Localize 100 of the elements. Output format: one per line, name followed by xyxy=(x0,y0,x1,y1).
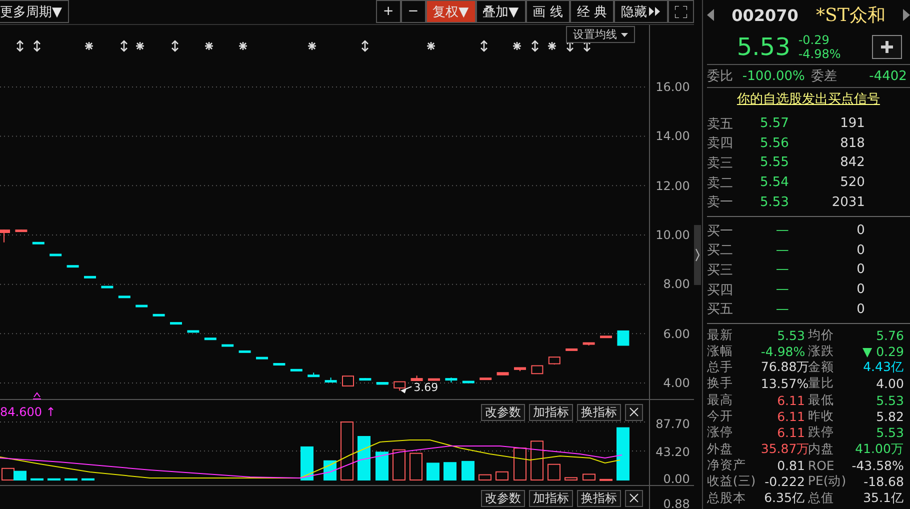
stat-value: -4.98% xyxy=(760,344,805,359)
toolbar-button[interactable]: + xyxy=(376,0,401,23)
indicator-button[interactable]: 改参数 xyxy=(481,404,525,420)
add-watchlist-button[interactable] xyxy=(872,35,902,59)
stat-label: 金额 xyxy=(808,359,835,376)
order-volume: 818 xyxy=(839,136,865,151)
volume-bar xyxy=(376,452,388,480)
toolbar-button[interactable]: − xyxy=(400,0,426,23)
stat-label: 外盘 xyxy=(706,440,734,458)
candlestick xyxy=(222,344,234,347)
stat-label: 涨停 xyxy=(706,424,734,442)
toolbar-button[interactable]: 复权▼ xyxy=(426,0,476,23)
order-level-label: 买一 xyxy=(706,222,734,240)
candlestick xyxy=(290,368,302,372)
candlestick xyxy=(462,380,474,384)
volume-bar xyxy=(392,449,406,480)
order-price: — xyxy=(774,262,789,278)
stat-label: 今开 xyxy=(706,408,734,426)
field-value: -100.00% xyxy=(741,68,805,84)
volume-bar xyxy=(616,427,630,480)
volume-bar xyxy=(426,462,440,480)
order-level-label: 卖一 xyxy=(706,194,734,212)
candlestick xyxy=(514,367,526,372)
candlestick xyxy=(324,377,337,383)
candlestick xyxy=(15,229,28,232)
order-level-label: 买五 xyxy=(706,301,734,318)
order-volume: 520 xyxy=(839,175,865,190)
ma-settings-dropdown[interactable]: 设置均线 xyxy=(566,26,635,43)
candlestick xyxy=(445,377,458,383)
order-price: 5.55 xyxy=(758,155,789,170)
indicator-button[interactable]: 换指标 xyxy=(577,490,621,506)
close-icon xyxy=(629,493,639,503)
order-level-label: 卖四 xyxy=(706,135,734,152)
candlestick xyxy=(101,286,114,288)
order-volume: 0 xyxy=(856,282,865,298)
panel-toggle-handle[interactable] xyxy=(694,224,701,284)
stat-value: ▼ 0.29 xyxy=(861,344,904,359)
indicator-button[interactable]: 换指标 xyxy=(577,404,621,420)
next-arrow-icon[interactable] xyxy=(903,9,910,21)
percent-change: -4.98% xyxy=(798,47,841,61)
field-label: 委比 xyxy=(706,68,734,85)
order-level-label: 买二 xyxy=(706,242,734,260)
stat-label: 跌停 xyxy=(806,424,835,442)
indicator-button[interactable]: 改参数 xyxy=(481,490,525,506)
candlestick xyxy=(617,330,630,346)
previous-arrow-icon[interactable] xyxy=(706,9,714,21)
candlestick xyxy=(136,304,148,308)
candlestick xyxy=(376,382,388,385)
price-change: -0.29 xyxy=(798,33,830,47)
hide-button[interactable]: 隐藏 xyxy=(614,0,668,23)
stat-value: -43.58% xyxy=(850,458,904,473)
close-button[interactable] xyxy=(625,404,643,420)
volume-bar xyxy=(564,477,578,480)
volume-bar xyxy=(340,422,354,480)
stat-value: 35.1亿 xyxy=(862,490,904,507)
stat-value: 5.53 xyxy=(875,425,904,440)
indicator-button[interactable]: 加指标 xyxy=(529,490,573,506)
candlestick xyxy=(496,372,509,376)
candlestick xyxy=(531,365,544,374)
candlestick xyxy=(308,372,320,378)
order-level-label: 卖三 xyxy=(706,154,734,172)
volume-bar xyxy=(64,478,78,480)
toolbar-button[interactable]: 画 线 xyxy=(526,0,570,23)
candlestick xyxy=(582,342,595,346)
order-volume: 191 xyxy=(839,116,865,132)
candlestick xyxy=(548,356,560,365)
indicator-button[interactable]: 加指标 xyxy=(529,404,573,420)
candlestick xyxy=(273,363,286,366)
period-dropdown[interactable]: 更多周期▼ xyxy=(0,0,69,23)
order-volume: 0 xyxy=(856,302,865,317)
volume-bar xyxy=(496,471,508,480)
signal-link[interactable]: 你的自选股发出买点信号 xyxy=(736,90,880,108)
stat-value: 0.81 xyxy=(776,458,805,473)
order-volume: 0 xyxy=(856,262,865,278)
volume-bar xyxy=(82,478,94,480)
volume-bar xyxy=(30,478,44,480)
stat-value: 6.11 xyxy=(776,409,805,424)
candlestick xyxy=(342,376,354,386)
order-price: 5.57 xyxy=(758,116,789,132)
current-price: 5.53 xyxy=(736,33,790,61)
toolbar-button[interactable]: 叠加▼ xyxy=(476,0,526,23)
order-price: — xyxy=(774,242,789,258)
candlestick xyxy=(566,348,578,351)
stat-value: 4.00 xyxy=(875,376,904,392)
stat-label: 最高 xyxy=(706,392,734,409)
candlestick xyxy=(0,229,10,243)
stat-label: 总值 xyxy=(806,490,835,507)
candlestick xyxy=(152,314,165,316)
order-price: 5.54 xyxy=(758,175,789,190)
stat-label: 涨幅 xyxy=(706,342,734,360)
close-button[interactable] xyxy=(625,490,643,506)
low-price-label: 3.69 xyxy=(414,380,438,394)
stat-value: 5.76 xyxy=(875,328,904,343)
volume-bar xyxy=(600,478,612,481)
stat-label: 涨跌 xyxy=(806,342,835,360)
stat-value: 41.00万 xyxy=(854,440,904,458)
candlestick xyxy=(170,322,182,325)
fullscreen-button[interactable] xyxy=(668,0,694,23)
plus-icon xyxy=(881,41,894,53)
toolbar-button[interactable]: 经 典 xyxy=(570,0,614,23)
